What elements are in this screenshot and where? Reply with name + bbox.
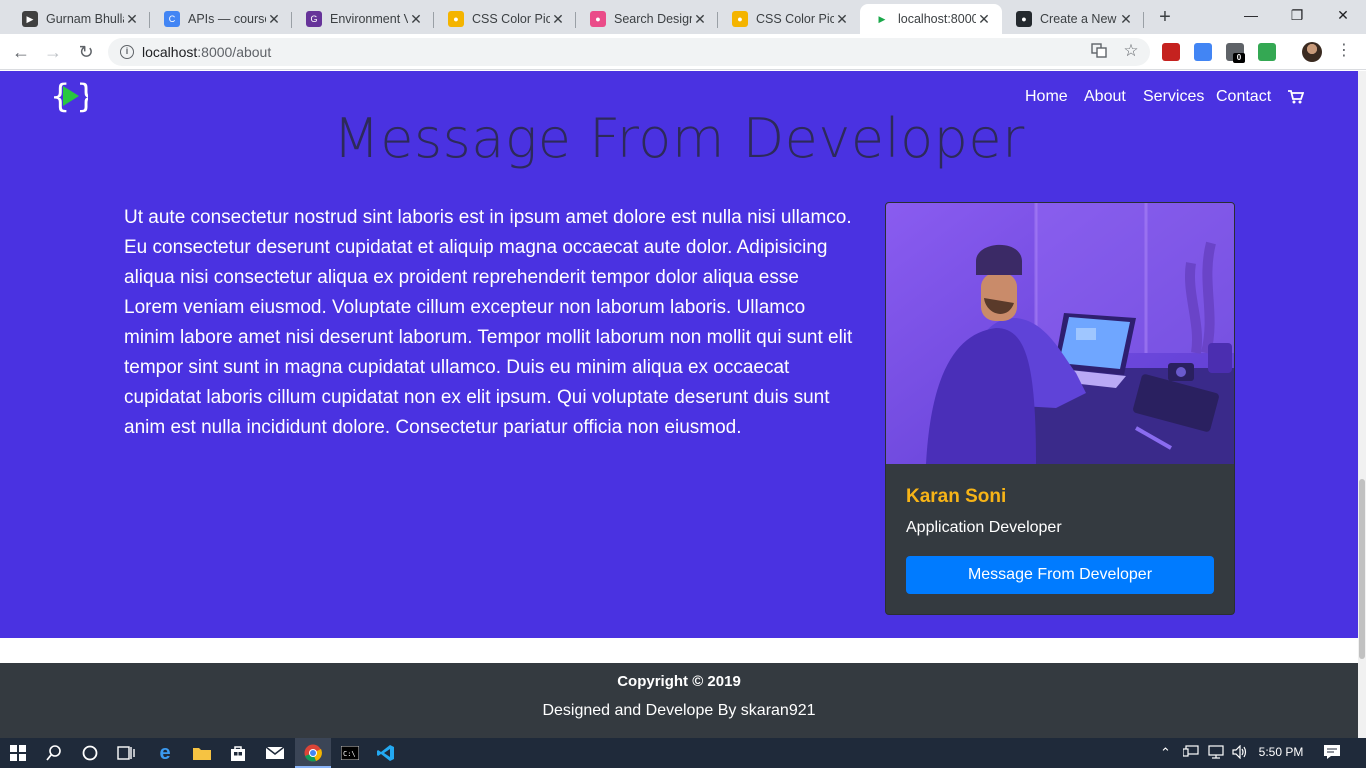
nav-link-contact[interactable]: Contact [1216,88,1271,106]
tab-close-icon[interactable]: ✕ [266,11,282,28]
tab-label: Environment Var [330,12,408,26]
tab-favicon-icon: ▶ [22,11,38,27]
browser-tab[interactable]: ● CSS Color Picker✕ [718,4,860,34]
reload-icon[interactable]: ↻ [73,40,99,64]
site-info-icon[interactable]: i [120,45,134,59]
tab-label: APIs — course [188,12,266,26]
restore-button[interactable]: ❐ [1274,0,1320,32]
extension-badge: 0 [1233,53,1245,63]
browser-tab[interactable]: C APIs — course ✕ [150,4,292,34]
task-view-icon[interactable] [108,738,144,768]
browser-tab[interactable]: G Environment Var✕ [292,4,434,34]
developer-illustration [886,203,1234,464]
new-tab-button[interactable]: + [1152,6,1178,30]
svg-text:C:\: C:\ [343,750,356,758]
mail-icon[interactable] [257,738,293,768]
developer-role: Application Developer [906,519,1062,536]
nav-link-about[interactable]: About [1084,88,1126,106]
page-heading: Message From Developer [333,107,1025,170]
address-path: :8000/about [197,44,272,60]
about-paragraph: Ut aute consectetur nostrud sint laboris… [124,207,853,438]
chrome-taskbar-icon[interactable] [295,738,331,768]
tab-close-icon[interactable]: ✕ [124,11,140,28]
tray-chevron-icon[interactable]: ⌃ [1160,745,1171,761]
footer-credit: Designed and Develope By skaran921 [542,702,816,719]
tab-separator [1143,12,1144,28]
chrome-menu-icon[interactable]: ⋮ [1336,40,1352,60]
browser-tab[interactable]: ▶ localhost:8000/about✕ [860,4,1002,34]
tab-close-icon[interactable]: ✕ [550,11,566,28]
vscode-icon[interactable] [368,738,404,768]
footer: Copyright © 2019 Designed and Develope B… [0,663,1358,738]
browser-tab[interactable]: ● Create a New Repository✕ [1002,4,1144,34]
tab-favicon-icon: ▶ [874,11,890,27]
cart-icon[interactable] [1288,90,1304,104]
page-scrollbar[interactable] [1358,71,1366,738]
tab-favicon-icon: ● [448,11,464,27]
developer-card: Karan Soni Application Developer Message… [885,202,1235,615]
bookmark-star-icon[interactable]: ☆ [1122,42,1140,60]
translate-icon[interactable] [1090,42,1108,60]
extension-gray-icon[interactable]: 0 [1226,43,1245,63]
file-explorer-icon[interactable] [184,738,220,768]
close-window-button[interactable]: ✕ [1320,0,1366,32]
tab-favicon-icon: ● [732,11,748,27]
cortana-icon[interactable] [72,738,108,768]
tab-close-icon[interactable]: ✕ [692,11,708,28]
address-bar[interactable]: i localhost:8000/about [108,38,1150,66]
address-host: localhost [142,44,198,60]
volume-icon[interactable] [1232,744,1248,762]
message-developer-button[interactable]: Message From Developer [906,556,1214,594]
nav-link-home[interactable]: Home [1025,88,1068,106]
edge-icon[interactable]: e [147,738,183,768]
tab-favicon-icon: ● [590,11,606,27]
profile-avatar[interactable] [1302,42,1322,62]
action-center-icon[interactable] [1324,745,1340,762]
store-icon[interactable] [220,738,256,768]
tab-close-icon[interactable]: ✕ [408,11,424,28]
forward-icon[interactable]: → [40,40,66,64]
nav-link-services[interactable]: Services [1143,88,1204,106]
footer-copyright: Copyright © 2019 [617,673,741,690]
taskbar-clock[interactable]: 5:50 PM [1255,745,1307,759]
tab-favicon-icon: C [164,11,180,27]
tab-label: CSS Color Picker [472,12,550,26]
tab-label: CSS Color Picker [756,12,834,26]
tab-favicon-icon: ● [1016,11,1032,27]
minimize-button[interactable]: — [1228,0,1274,32]
extension-translate-icon[interactable] [1194,43,1212,61]
tab-label: localhost:8000/about [898,12,976,26]
extension-red-icon[interactable] [1162,43,1180,61]
start-windows-icon[interactable] [0,738,36,768]
browser-tab[interactable]: ● Search Designs✕ [576,4,718,34]
tab-close-icon[interactable]: ✕ [1118,11,1134,28]
browser-tab-strip: ▶Gurnam Bhullar✕CAPIs — course✕GEnvironm… [0,0,1366,34]
tab-label: Create a New Repository [1040,12,1118,26]
tab-label: Search Designs [614,12,692,26]
tab-close-icon[interactable]: ✕ [976,11,992,28]
back-icon[interactable]: ← [8,40,34,64]
terminal-icon[interactable]: C:\ [332,738,368,768]
hero-section: { } HomeAboutServicesContact Message Fro… [0,71,1358,638]
browser-tab[interactable]: ▶ Gurnam Bhullar✕ [8,4,150,34]
tab-label: Gurnam Bhullar [46,12,124,26]
network-icon[interactable] [1208,745,1224,762]
windows-taskbar: e C:\ ⌃ 5:50 PM [0,738,1366,768]
extension-color-icon[interactable] [1258,43,1276,61]
developer-name: Karan Soni [906,486,1007,507]
tab-favicon-icon: G [306,11,322,27]
web-page: { } HomeAboutServicesContact Message Fro… [0,71,1366,738]
tray-device-icon[interactable] [1182,745,1199,760]
browser-tab[interactable]: ● CSS Color Picker✕ [434,4,576,34]
scrollbar-thumb[interactable] [1359,479,1365,659]
search-icon[interactable] [36,738,72,768]
tab-close-icon[interactable]: ✕ [834,11,850,28]
